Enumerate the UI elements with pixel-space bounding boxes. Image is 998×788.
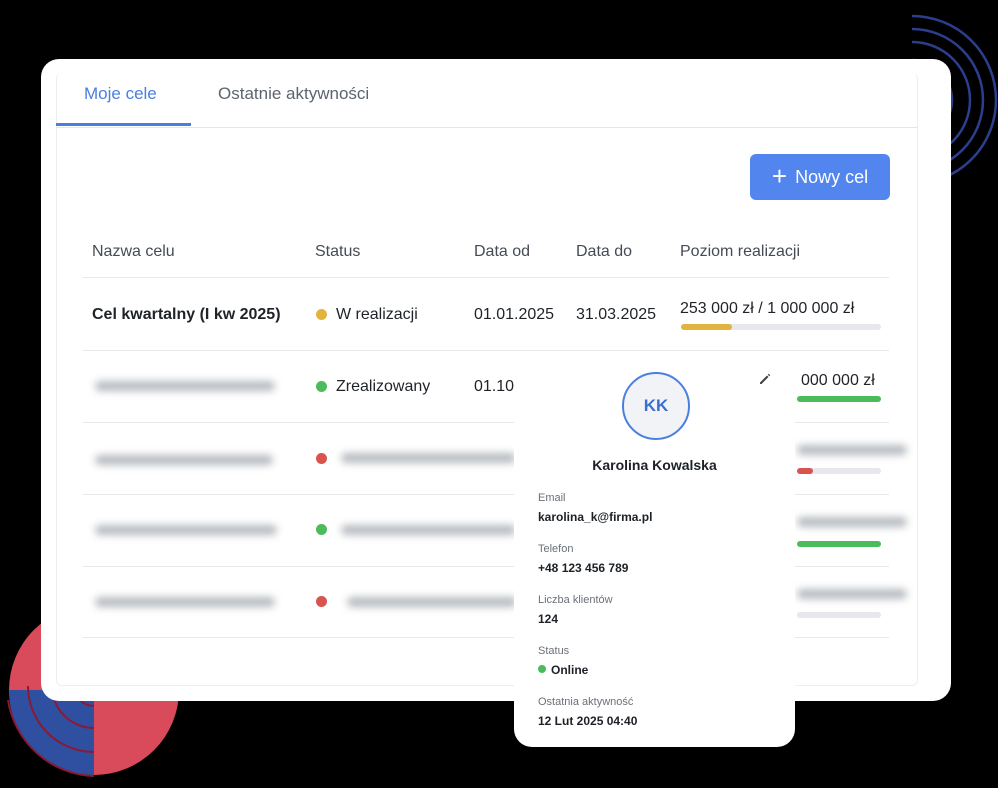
avatar: KK [622,372,690,440]
progress-bar-fill [797,396,881,402]
tab-bar: Moje cele Ostatnie aktywności [56,59,918,128]
header-divider [83,277,889,278]
status-text: W realizacji [336,306,418,323]
blurred-progress-text [797,517,907,527]
row-divider [83,350,889,351]
last-activity-label: Ostatnia aktywność [538,696,634,708]
blurred-goal-name [95,525,277,535]
blurred-goal-name [95,455,273,465]
status-label: Status [538,645,570,657]
blurred-goal-name [95,597,275,607]
column-header-date-to[interactable]: Data do [576,243,632,261]
status-dot [316,596,327,607]
email-value[interactable]: karolina_k@firma.pl [538,510,652,524]
plus-icon: + [771,161,788,191]
column-header-name[interactable]: Nazwa celu [92,243,175,261]
blurred-status [341,453,516,463]
goals-card: Moje cele Ostatnie aktywności + Nowy cel… [41,59,951,701]
phone-value[interactable]: +48 123 456 789 [538,561,628,575]
status-dot [316,381,327,392]
email-label: Email [538,492,566,504]
profile-name: Karolina Kowalska [592,457,717,473]
new-goal-button[interactable]: + Nowy cel [750,154,890,200]
goal-name: Cel kwartalny (I kw 2025) [92,306,281,323]
status-dot [316,524,327,535]
pencil-icon[interactable] [758,372,772,386]
tab-moje-cele[interactable]: Moje cele [84,84,157,104]
progress-bar [797,612,881,618]
blurred-progress-text [797,445,907,455]
blurred-goal-name [95,381,275,391]
progress-bar [797,396,881,402]
blurred-progress-text [797,589,907,599]
progress-bar [797,468,881,474]
status-text: Zrealizowany [336,378,431,395]
progress-text: 000 000 zł [801,372,875,389]
status-dot [316,309,327,320]
new-goal-button-label: Nowy cel [795,166,869,187]
phone-label: Telefon [538,543,574,555]
blurred-status [347,597,517,607]
status-value: Online [551,663,589,677]
progress-bar [797,541,881,547]
date-to: 31.03.2025 [576,306,657,323]
status-dot [316,453,327,464]
progress-bar-fill [681,324,732,330]
column-header-progress[interactable]: Poziom realizacji [680,243,800,261]
tab-ostatnie-aktywnosci[interactable]: Ostatnie aktywności [218,84,369,104]
active-tab-indicator [56,123,191,126]
user-profile-card: KK Karolina Kowalska Email karolina_k@fi… [514,356,795,747]
last-activity-value: 12 Lut 2025 04:40 [538,714,638,728]
date-from: 01.01.2025 [474,306,555,323]
column-header-status[interactable]: Status [315,243,360,261]
date-from: 01.10. [474,378,519,395]
online-status-dot [538,665,546,673]
progress-bar [681,324,881,330]
blurred-status [341,525,516,535]
column-header-date-from[interactable]: Data od [474,243,530,261]
progress-bar-fill [797,541,881,547]
progress-text: 253 000 zł / 1 000 000 zł [680,300,855,317]
progress-bar-fill [797,468,813,474]
clients-count-label: Liczba klientów [538,594,613,606]
clients-count-value: 124 [538,612,559,626]
